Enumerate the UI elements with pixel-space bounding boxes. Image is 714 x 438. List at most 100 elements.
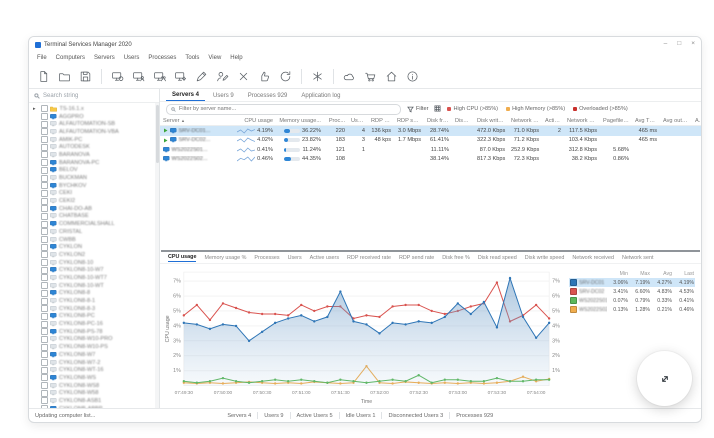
computer-checkbox[interactable]	[40, 151, 48, 159]
filter-chip[interactable]: High Memory (>85%)	[506, 106, 565, 112]
new-document-icon[interactable]	[35, 68, 52, 85]
computer-checkbox[interactable]	[40, 174, 48, 182]
menu-tools[interactable]: Tools	[185, 55, 199, 61]
computer-checkbox[interactable]	[40, 205, 48, 213]
cloud-icon[interactable]	[341, 68, 358, 85]
computer-checkbox[interactable]	[40, 251, 48, 259]
tree-item-computer[interactable]: CYKLONB-ABBP	[33, 405, 159, 408]
server-filter-input[interactable]	[179, 106, 396, 112]
tree-item-computer[interactable]: AMIK-PC	[33, 136, 159, 144]
chart-tab-rdp-send-rate[interactable]: RDP send rate	[399, 255, 434, 261]
save-icon[interactable]	[77, 68, 94, 85]
computer-checkbox[interactable]	[40, 159, 48, 167]
column-header[interactable]: RDP re...	[368, 118, 394, 124]
chart-tab-disk-free-[interactable]: Disk free %	[442, 255, 470, 261]
column-header[interactable]: CPU usage	[228, 118, 276, 124]
legend-row[interactable]: WS2022S01 0.07% 0.79% 0.33% 0.41%	[569, 296, 695, 305]
filter-button[interactable]: Filter	[407, 106, 428, 113]
computer-checkbox[interactable]	[40, 382, 48, 390]
tree-item-computer[interactable]: CRISTAL	[33, 228, 159, 236]
computer-checkbox[interactable]	[40, 128, 48, 136]
tree-item-computer[interactable]: CYKLON8-10	[33, 259, 159, 267]
computer-checkbox[interactable]	[40, 320, 48, 328]
tree-item-computer[interactable]: CWBB	[33, 236, 159, 244]
computer-checkbox[interactable]	[40, 351, 48, 359]
tree-item-computer[interactable]: CHAI-DO-AB	[33, 205, 159, 213]
open-folder-icon[interactable]	[56, 68, 73, 85]
server-row[interactable]: SRV-DC01... 4.19% 36.22% 220 4 136 kps 3.0 …	[160, 126, 701, 136]
tree-item-computer[interactable]: BELOV	[33, 166, 159, 175]
chart-tab-disk-write-speed[interactable]: Disk write speed	[525, 255, 565, 261]
legend-row[interactable]: WS2022S02 0.13% 1.28% 0.21% 0.46%	[569, 305, 695, 314]
chart-tab-network-received[interactable]: Network received	[572, 255, 614, 261]
tree-item-computer[interactable]: CHATBASE	[33, 212, 159, 221]
computer-search-box[interactable]: Search string	[29, 89, 159, 103]
computer-checkbox[interactable]	[40, 266, 48, 274]
tree-item-computer[interactable]: AUTODESK	[33, 143, 159, 151]
tree-item-computer[interactable]: ALFAUTOMATION-SB	[33, 120, 159, 128]
computer-checkbox[interactable]	[40, 397, 48, 405]
computer-checkbox[interactable]	[40, 297, 48, 305]
column-header[interactable]: Disk write...	[474, 118, 508, 124]
legend-row[interactable]: SRV-DC01 3.06% 7.19% 4.27% 4.19%	[569, 278, 695, 287]
computer-checkbox[interactable]	[40, 343, 48, 351]
tree-root[interactable]: ▸ TS-16.1.x	[33, 105, 159, 113]
tree-item-computer[interactable]: CYKLON8-WS8	[33, 382, 159, 390]
tree-item-computer[interactable]: CYKLON8-WS	[33, 374, 159, 382]
tree-item-computer[interactable]: CYKLON8-W7-2	[33, 359, 159, 367]
computer-checkbox[interactable]	[40, 335, 48, 343]
chart-tab-network-sent[interactable]: Network sent	[622, 255, 653, 261]
column-header[interactable]: Disk re...	[452, 118, 474, 124]
filter-chip[interactable]: High CPU (>85%)	[447, 106, 498, 112]
server-row[interactable]: SRV-DC02... 4.02% 23.82% 183 3 48 kps 1.7 M…	[160, 136, 701, 146]
expand-button[interactable]	[637, 351, 692, 406]
user-edit-icon[interactable]	[214, 68, 231, 85]
computer-checkbox[interactable]	[40, 328, 48, 336]
chart-tab-disk-read-speed[interactable]: Disk read speed	[478, 255, 517, 261]
computer-user-icon[interactable]	[130, 68, 147, 85]
menu-servers[interactable]: Servers	[94, 55, 115, 61]
computer-checkbox[interactable]	[40, 120, 48, 128]
tree-item-computer[interactable]: BARANOVA-PC	[33, 159, 159, 167]
tree-item-computer[interactable]: CEKI	[33, 189, 159, 198]
tree-item-computer[interactable]: CYKLON8-10-WT	[33, 282, 159, 290]
cart-icon[interactable]	[362, 68, 379, 85]
tab-application-log[interactable]: Application log	[295, 91, 346, 101]
column-header[interactable]: Avg TCP RTT	[632, 118, 660, 124]
computer-checkbox[interactable]	[40, 305, 48, 313]
column-header[interactable]: Pagefile usage...	[600, 118, 632, 124]
computer-checkbox[interactable]	[40, 220, 48, 228]
computer-checkbox[interactable]	[40, 228, 48, 236]
computer-checkbox[interactable]	[40, 374, 48, 382]
tab-servers-4[interactable]: Servers 4	[166, 90, 206, 101]
tree-item-computer[interactable]: AGGPRO	[33, 113, 159, 121]
server-row[interactable]: WS2022S01... 0.41% 11.24% 121 1 11.11% 87.…	[160, 145, 701, 155]
column-header[interactable]: Avg output FPS	[660, 118, 692, 124]
column-header[interactable]: RDP sen...	[394, 118, 424, 124]
column-header[interactable]: Server ▲	[160, 118, 228, 124]
edit-pencil-icon[interactable]	[193, 68, 210, 85]
tree-item-computer[interactable]: CYKLON8-W10-PS	[33, 343, 159, 351]
tree-item-computer[interactable]: CYKLON8-W58	[33, 389, 159, 397]
computer-checkbox[interactable]	[40, 274, 48, 282]
menu-computers[interactable]: Computers	[56, 55, 85, 61]
tree-item-computer[interactable]: CYKLON2	[33, 251, 159, 259]
legend-row[interactable]: SRV-DC02 3.41% 6.60% 4.83% 4.53%	[569, 287, 695, 296]
server-row[interactable]: WS2022S02... 0.46% 44.35% 108 38.14% 817.…	[160, 155, 701, 165]
computer-checkbox[interactable]	[40, 236, 48, 244]
column-header[interactable]: Avg input...	[692, 118, 701, 124]
tree-item-computer[interactable]: COMMERCIALSHALL	[33, 220, 159, 228]
tree-item-computer[interactable]: CYKLON8-PC	[33, 312, 159, 321]
tree-item-computer[interactable]: ALFAUTOMATION-VBA	[33, 128, 159, 136]
tab-users-9[interactable]: Users 9	[207, 91, 240, 101]
tree-item-computer[interactable]: CYKLON8-8-3	[33, 305, 159, 313]
computer-checkbox[interactable]	[40, 143, 48, 151]
tree-item-computer[interactable]: CYKLON8-ASB1	[33, 397, 159, 405]
chart-tab-memory-usage-[interactable]: Memory usage %	[204, 255, 246, 261]
column-header[interactable]: Proc...	[324, 118, 348, 124]
server-filter-input-wrap[interactable]	[166, 103, 401, 115]
refresh-icon[interactable]	[277, 68, 294, 85]
computer-checkbox[interactable]	[40, 189, 48, 197]
tree-item-computer[interactable]: CYKLON8-WT-16	[33, 366, 159, 374]
menu-file[interactable]: File	[37, 55, 47, 61]
